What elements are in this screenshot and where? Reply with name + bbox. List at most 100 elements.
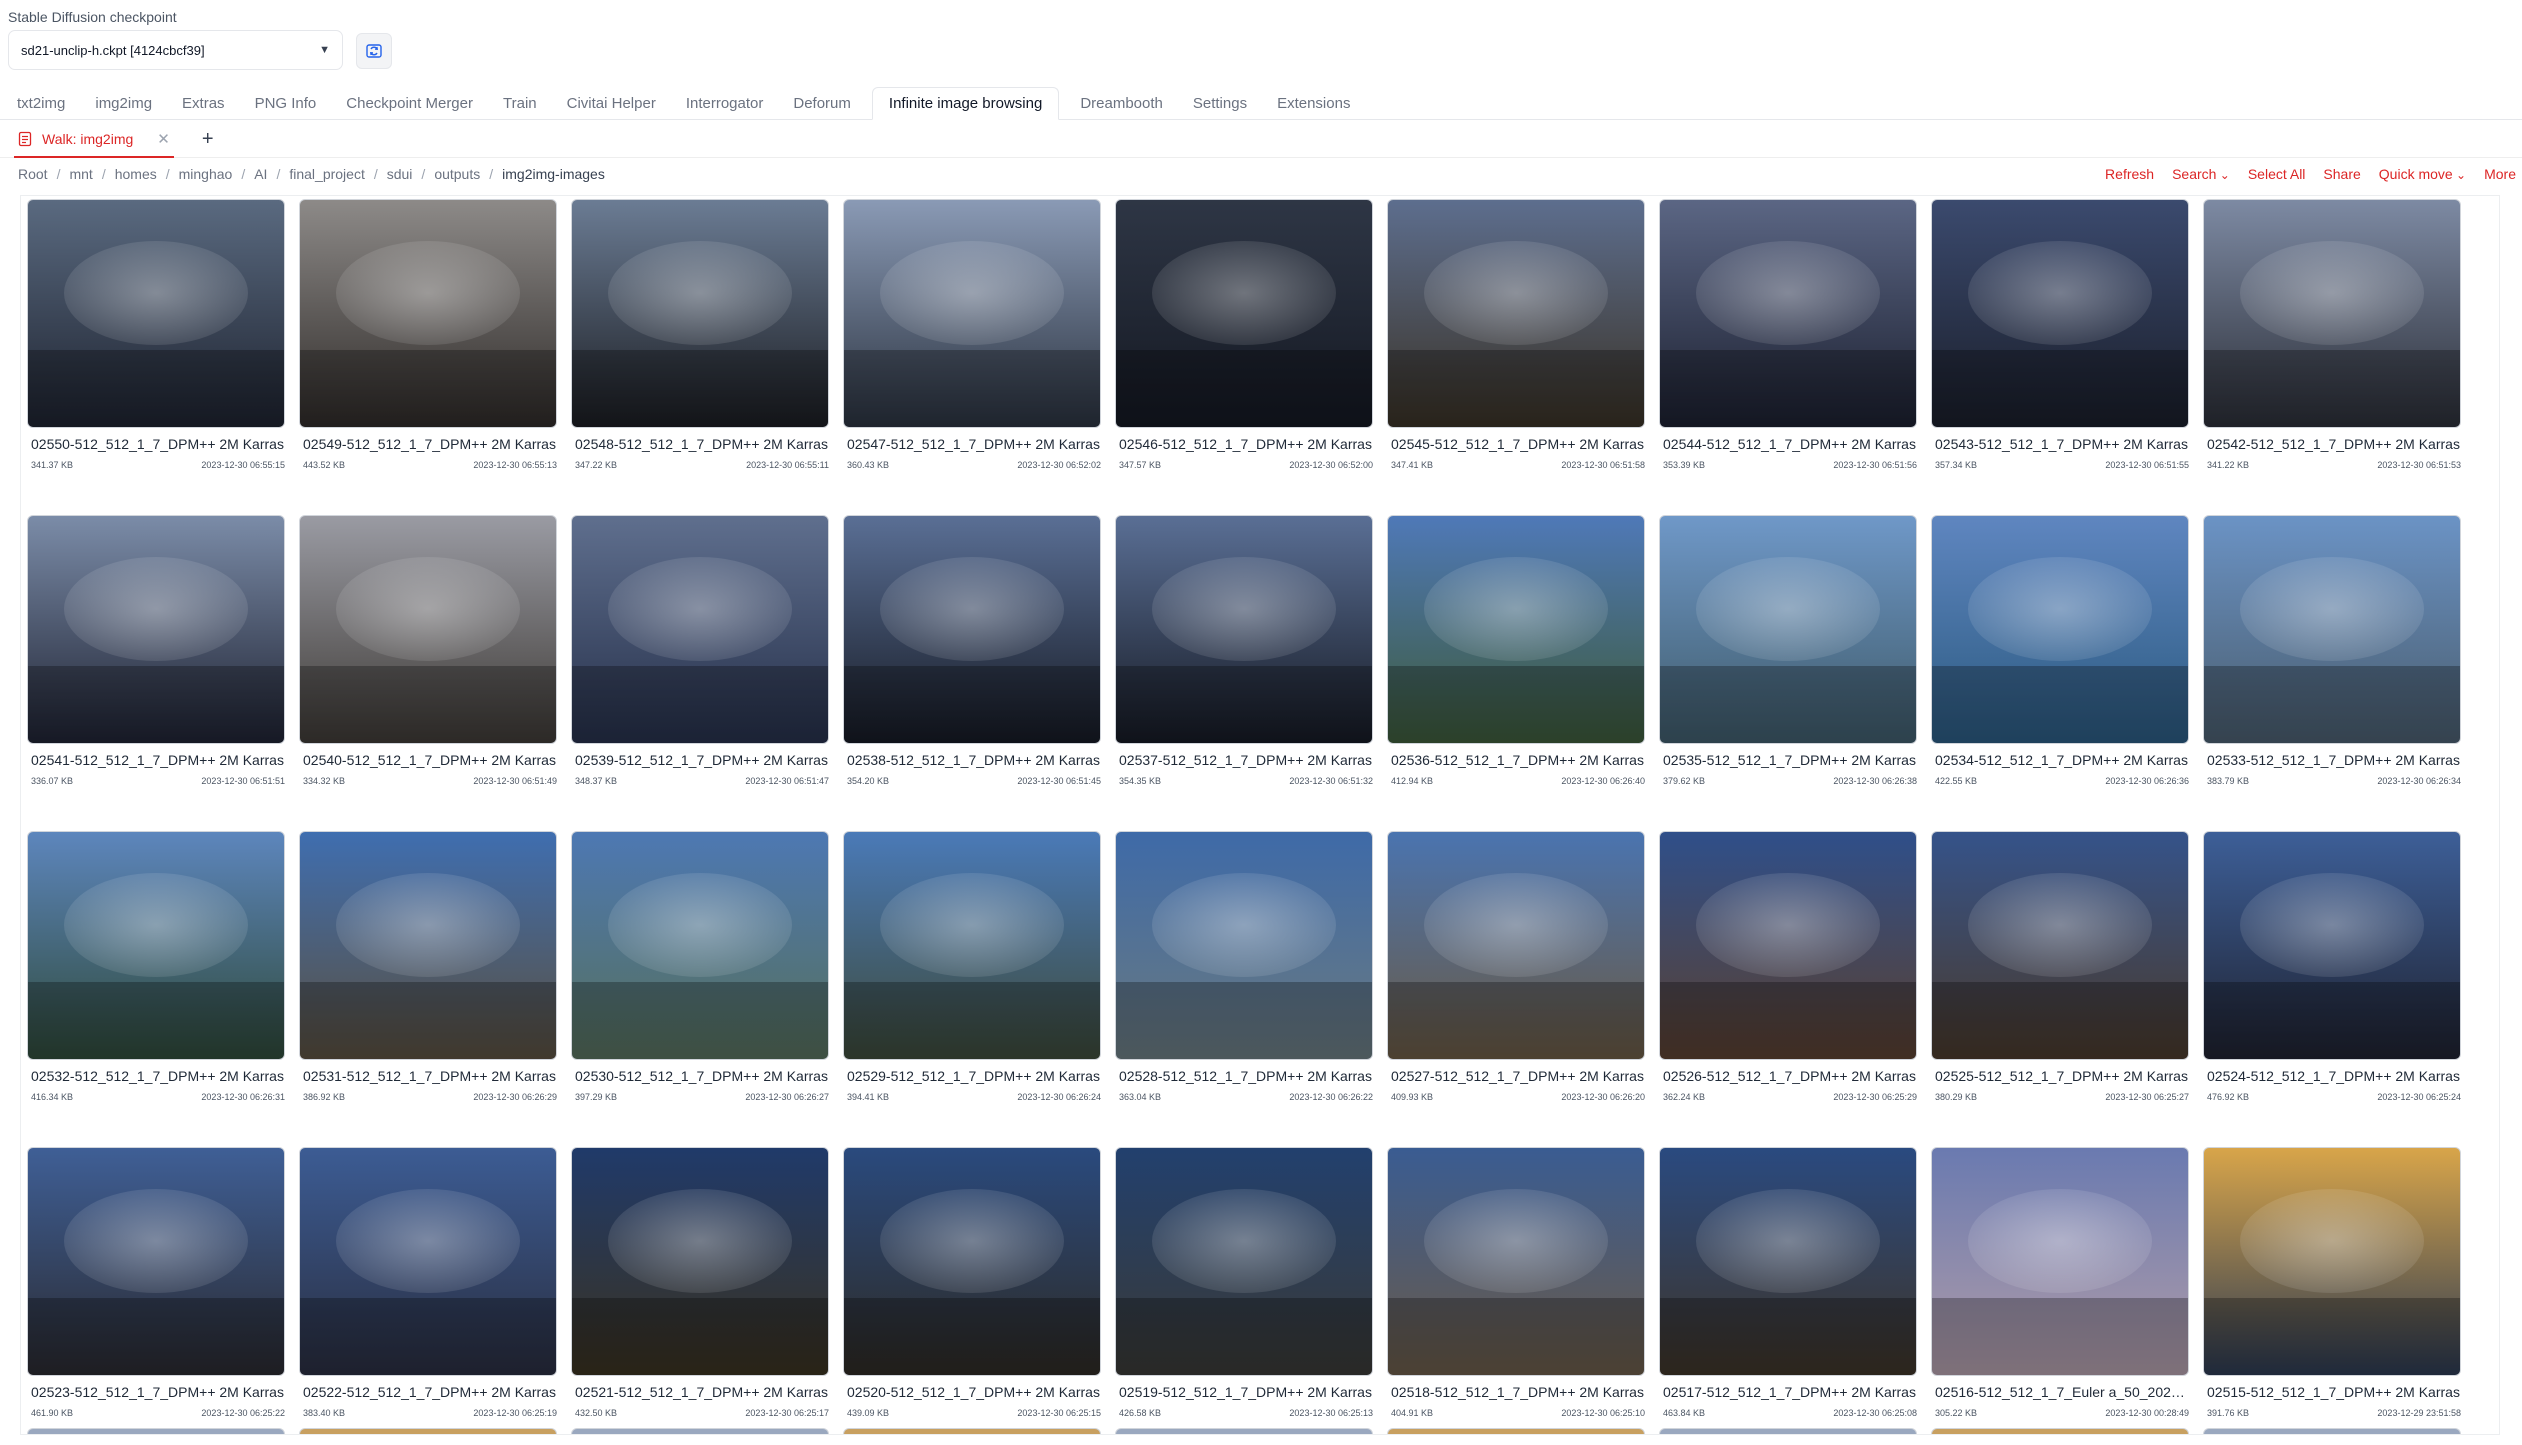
image-card[interactable]: 02549-512_512_1_7_DPM++ 2M Karras 443.52 … [299, 199, 557, 491]
image-filename[interactable]: 02535-512_512_1_7_DPM++ 2M Karras [1663, 752, 1917, 768]
image-thumbnail[interactable] [1387, 515, 1645, 744]
image-filename[interactable]: 02525-512_512_1_7_DPM++ 2M Karras [1935, 1068, 2189, 1084]
image-filename[interactable]: 02539-512_512_1_7_DPM++ 2M Karras [575, 752, 829, 768]
image-card[interactable]: 02546-512_512_1_7_DPM++ 2M Karras 347.57 … [1115, 199, 1373, 491]
image-filename[interactable]: 02518-512_512_1_7_DPM++ 2M Karras [1391, 1384, 1645, 1400]
image-thumbnail[interactable] [2203, 515, 2461, 744]
quick-move-button[interactable]: Quick move ⌄ [2379, 166, 2466, 182]
image-thumbnail[interactable] [843, 1147, 1101, 1376]
image-filename[interactable]: 02547-512_512_1_7_DPM++ 2M Karras [847, 436, 1101, 452]
image-thumbnail-partial[interactable] [1115, 1428, 1373, 1434]
image-thumbnail[interactable] [1387, 1147, 1645, 1376]
image-filename[interactable]: 02546-512_512_1_7_DPM++ 2M Karras [1119, 436, 1373, 452]
image-thumbnail-partial[interactable] [1387, 1428, 1645, 1434]
image-card[interactable]: 02547-512_512_1_7_DPM++ 2M Karras 360.43 … [843, 199, 1101, 491]
image-filename[interactable]: 02533-512_512_1_7_DPM++ 2M Karras [2207, 752, 2461, 768]
tab-extensions[interactable]: Extensions [1268, 87, 1359, 119]
image-filename[interactable]: 02548-512_512_1_7_DPM++ 2M Karras [575, 436, 829, 452]
image-card[interactable]: 02519-512_512_1_7_DPM++ 2M Karras 426.58 … [1115, 1147, 1373, 1439]
image-thumbnail[interactable] [2203, 199, 2461, 428]
image-thumbnail-partial[interactable] [299, 1428, 557, 1434]
plus-icon[interactable]: + [202, 128, 214, 151]
image-filename[interactable]: 02527-512_512_1_7_DPM++ 2M Karras [1391, 1068, 1645, 1084]
breadcrumb-item[interactable]: img2img-images [502, 166, 605, 182]
image-filename[interactable]: 02523-512_512_1_7_DPM++ 2M Karras [31, 1384, 285, 1400]
select-all-button[interactable]: Select All [2248, 166, 2306, 182]
image-thumbnail[interactable] [299, 515, 557, 744]
tab-png-info[interactable]: PNG Info [246, 87, 326, 119]
image-card[interactable]: 02535-512_512_1_7_DPM++ 2M Karras 379.62 … [1659, 515, 1917, 807]
image-thumbnail-partial[interactable] [1931, 1428, 2189, 1434]
image-thumbnail[interactable] [299, 831, 557, 1060]
image-filename[interactable]: 02545-512_512_1_7_DPM++ 2M Karras [1391, 436, 1645, 452]
image-filename[interactable]: 02524-512_512_1_7_DPM++ 2M Karras [2207, 1068, 2461, 1084]
refresh-button[interactable]: Refresh [2105, 166, 2154, 182]
image-thumbnail-partial[interactable] [27, 1428, 285, 1434]
image-filename[interactable]: 02532-512_512_1_7_DPM++ 2M Karras [31, 1068, 285, 1084]
image-filename[interactable]: 02550-512_512_1_7_DPM++ 2M Karras [31, 436, 285, 452]
image-card[interactable]: 02541-512_512_1_7_DPM++ 2M Karras 336.07 … [27, 515, 285, 807]
tab-settings[interactable]: Settings [1184, 87, 1256, 119]
tab-deforum[interactable]: Deforum [784, 87, 860, 119]
close-icon[interactable]: ✕ [157, 130, 170, 148]
image-thumbnail[interactable] [1387, 199, 1645, 428]
tab-checkpoint-merger[interactable]: Checkpoint Merger [337, 87, 482, 119]
image-card[interactable]: 02543-512_512_1_7_DPM++ 2M Karras 357.34 … [1931, 199, 2189, 491]
breadcrumb-item[interactable]: Root [18, 166, 48, 182]
image-card[interactable]: 02516-512_512_1_7_Euler a_50_202… 305.22 … [1931, 1147, 2189, 1439]
image-card[interactable]: 02522-512_512_1_7_DPM++ 2M Karras 383.40 … [299, 1147, 557, 1439]
image-card[interactable]: 02531-512_512_1_7_DPM++ 2M Karras 386.92 … [299, 831, 557, 1123]
image-card[interactable]: 02540-512_512_1_7_DPM++ 2M Karras 334.32 … [299, 515, 557, 807]
image-thumbnail[interactable] [2203, 1147, 2461, 1376]
tab-walk-img2img[interactable]: Walk: img2img ✕ [14, 122, 174, 158]
tab-civitai-helper[interactable]: Civitai Helper [558, 87, 665, 119]
image-card[interactable]: 02525-512_512_1_7_DPM++ 2M Karras 380.29 … [1931, 831, 2189, 1123]
tab-img2img[interactable]: img2img [86, 87, 161, 119]
image-card[interactable]: 02526-512_512_1_7_DPM++ 2M Karras 362.24 … [1659, 831, 1917, 1123]
image-card[interactable]: 02523-512_512_1_7_DPM++ 2M Karras 461.90 … [27, 1147, 285, 1439]
image-filename[interactable]: 02517-512_512_1_7_DPM++ 2M Karras [1663, 1384, 1917, 1400]
image-thumbnail-partial[interactable] [1659, 1428, 1917, 1434]
tab-infinite-image-browsing[interactable]: Infinite image browsing [871, 87, 1060, 120]
image-filename[interactable]: 02536-512_512_1_7_DPM++ 2M Karras [1391, 752, 1645, 768]
image-thumbnail[interactable] [27, 831, 285, 1060]
image-card[interactable]: 02542-512_512_1_7_DPM++ 2M Karras 341.22 … [2203, 199, 2461, 491]
image-filename[interactable]: 02521-512_512_1_7_DPM++ 2M Karras [575, 1384, 829, 1400]
image-filename[interactable]: 02515-512_512_1_7_DPM++ 2M Karras [2207, 1384, 2461, 1400]
image-card[interactable]: 02548-512_512_1_7_DPM++ 2M Karras 347.22 … [571, 199, 829, 491]
checkpoint-select[interactable]: sd21-unclip-h.ckpt [4124cbcf39] ▼ [8, 30, 343, 70]
more-button[interactable]: More [2484, 166, 2516, 182]
image-filename[interactable]: 02541-512_512_1_7_DPM++ 2M Karras [31, 752, 285, 768]
image-thumbnail[interactable] [571, 831, 829, 1060]
image-thumbnail[interactable] [299, 199, 557, 428]
image-card[interactable]: 02537-512_512_1_7_DPM++ 2M Karras 354.35 … [1115, 515, 1373, 807]
image-thumbnail-partial[interactable] [571, 1428, 829, 1434]
image-thumbnail[interactable] [1115, 1147, 1373, 1376]
image-thumbnail[interactable] [1931, 515, 2189, 744]
image-thumbnail[interactable] [571, 199, 829, 428]
share-button[interactable]: Share [2323, 166, 2360, 182]
image-thumbnail[interactable] [1659, 515, 1917, 744]
image-filename[interactable]: 02542-512_512_1_7_DPM++ 2M Karras [2207, 436, 2461, 452]
image-card[interactable]: 02524-512_512_1_7_DPM++ 2M Karras 476.92 … [2203, 831, 2461, 1123]
image-thumbnail[interactable] [1659, 199, 1917, 428]
image-thumbnail[interactable] [1659, 1147, 1917, 1376]
breadcrumb-item[interactable]: mnt [69, 166, 92, 182]
search-button[interactable]: Search ⌄ [2172, 166, 2230, 182]
image-card[interactable]: 02534-512_512_1_7_DPM++ 2M Karras 422.55 … [1931, 515, 2189, 807]
image-card[interactable]: 02515-512_512_1_7_DPM++ 2M Karras 391.76 … [2203, 1147, 2461, 1439]
image-card[interactable]: 02533-512_512_1_7_DPM++ 2M Karras 383.79 … [2203, 515, 2461, 807]
image-filename[interactable]: 02528-512_512_1_7_DPM++ 2M Karras [1119, 1068, 1373, 1084]
image-thumbnail[interactable] [1115, 831, 1373, 1060]
image-card[interactable]: 02521-512_512_1_7_DPM++ 2M Karras 432.50 … [571, 1147, 829, 1439]
image-card[interactable]: 02529-512_512_1_7_DPM++ 2M Karras 394.41 … [843, 831, 1101, 1123]
image-card[interactable]: 02530-512_512_1_7_DPM++ 2M Karras 397.29 … [571, 831, 829, 1123]
image-card[interactable]: 02517-512_512_1_7_DPM++ 2M Karras 463.84 … [1659, 1147, 1917, 1439]
image-card[interactable]: 02532-512_512_1_7_DPM++ 2M Karras 416.34 … [27, 831, 285, 1123]
image-filename[interactable]: 02537-512_512_1_7_DPM++ 2M Karras [1119, 752, 1373, 768]
image-thumbnail[interactable] [843, 199, 1101, 428]
image-filename[interactable]: 02538-512_512_1_7_DPM++ 2M Karras [847, 752, 1101, 768]
image-thumbnail[interactable] [843, 831, 1101, 1060]
tab-interrogator[interactable]: Interrogator [677, 87, 773, 119]
breadcrumb-item[interactable]: sdui [387, 166, 413, 182]
